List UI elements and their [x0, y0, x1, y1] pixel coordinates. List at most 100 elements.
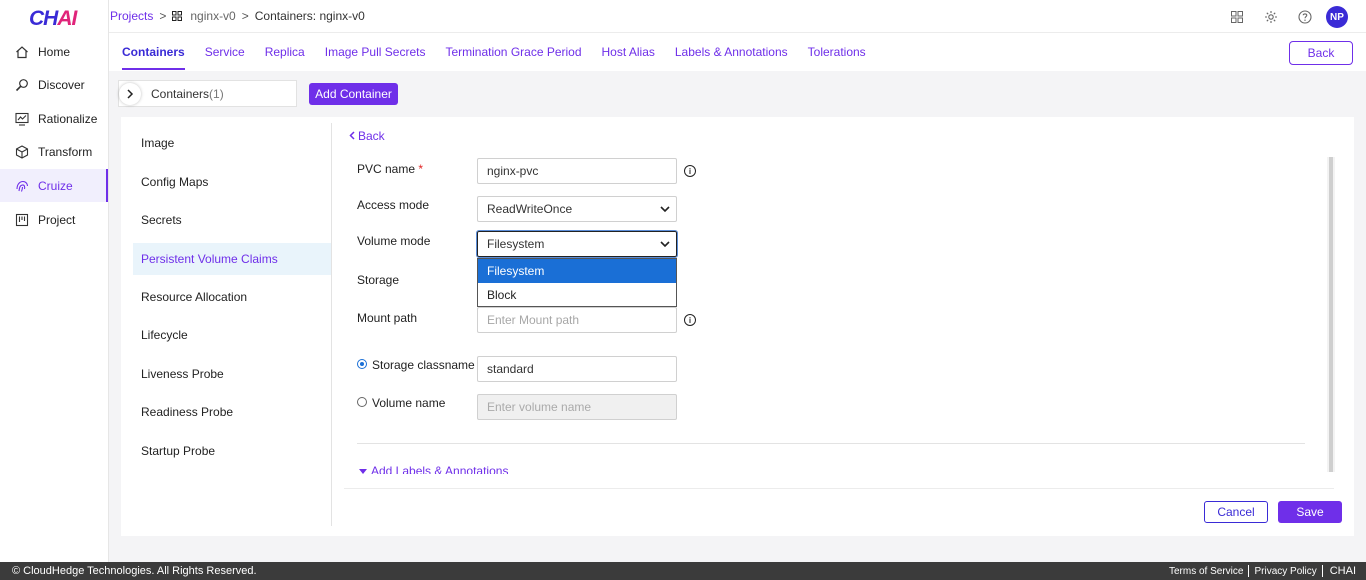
access-mode-value: ReadWriteOnce — [487, 202, 573, 216]
breadcrumb: Projects > nginx-v0 > Containers: nginx-… — [110, 9, 365, 23]
privacy-link[interactable]: Privacy Policy — [1249, 566, 1321, 577]
option-block[interactable]: Block — [478, 283, 676, 307]
rationalize-icon — [14, 111, 30, 127]
mount-path-input[interactable]: Enter Mount path — [477, 307, 677, 333]
add-labels-annotations-toggle[interactable]: Add Labels & Annotations — [359, 464, 508, 474]
menu-item-config-maps[interactable]: Config Maps — [133, 166, 331, 198]
info-icon[interactable]: i — [684, 314, 696, 326]
caret-down-icon — [359, 464, 367, 474]
menu-item-readiness-probe[interactable]: Readiness Probe — [133, 396, 331, 428]
sidebar: CHAI Home Discover Rationalize Transform… — [0, 0, 109, 562]
menu-item-image[interactable]: Image — [133, 127, 331, 159]
menu-item-lifecycle[interactable]: Lifecycle — [133, 319, 331, 351]
sidebar-item-label: Home — [38, 44, 71, 59]
back-button[interactable]: Back — [1289, 41, 1353, 65]
access-mode-label: Access mode — [357, 198, 430, 212]
info-icon[interactable]: i — [684, 165, 696, 177]
containers-selector[interactable]: Containers (1) — [118, 80, 297, 107]
required-mark: * — [418, 162, 424, 176]
containers-count: (1) — [209, 86, 224, 101]
chai-logo[interactable]: CHAI — [29, 7, 77, 31]
breadcrumb-projects[interactable]: Projects — [110, 9, 153, 23]
menu-item-resource-allocation[interactable]: Resource Allocation — [133, 281, 331, 313]
back-link[interactable]: Back — [349, 129, 385, 143]
breadcrumb-separator: > — [241, 9, 249, 23]
tab-labels-annotations[interactable]: Labels & Annotations — [675, 35, 788, 68]
volume-name-input[interactable]: Enter volume name — [477, 394, 677, 420]
sidebar-item-label: Discover — [38, 77, 85, 92]
save-button[interactable]: Save — [1278, 501, 1342, 523]
fingerprint-icon — [14, 178, 30, 194]
copyright-text: © CloudHedge Technologies. All Rights Re… — [12, 565, 257, 577]
help-icon[interactable] — [1288, 7, 1322, 27]
menu-item-secrets[interactable]: Secrets — [133, 204, 331, 236]
container-config-menu: Image Config Maps Secrets Persistent Vol… — [121, 123, 332, 526]
cube-icon — [14, 144, 30, 160]
menu-item-startup-probe[interactable]: Startup Probe — [133, 435, 331, 467]
tab-termination-grace-period[interactable]: Termination Grace Period — [445, 35, 581, 68]
volume-name-label: Volume name — [372, 396, 446, 410]
footer-links: Terms of Service Privacy Policy CHAI — [1164, 562, 1356, 580]
scrollbar-thumb[interactable] — [1329, 157, 1333, 472]
footer: © CloudHedge Technologies. All Rights Re… — [0, 562, 1366, 580]
sidebar-item-cruize[interactable]: Cruize — [0, 169, 108, 202]
volume-name-radio[interactable] — [357, 397, 367, 407]
sidebar-item-label: Transform — [38, 144, 93, 159]
menu-item-liveness-probe[interactable]: Liveness Probe — [133, 358, 331, 390]
top-bar: Projects > nginx-v0 > Containers: nginx-… — [109, 0, 1366, 33]
sidebar-item-rationalize[interactable]: Rationalize — [0, 102, 108, 135]
divider — [344, 488, 1334, 489]
tab-containers[interactable]: Containers — [122, 35, 185, 70]
chevron-down-icon — [660, 202, 670, 216]
access-mode-select[interactable]: ReadWriteOnce — [477, 196, 677, 222]
sidebar-item-label: Rationalize — [38, 111, 98, 126]
tab-tolerations[interactable]: Tolerations — [808, 35, 866, 68]
avatar[interactable]: NP — [1326, 6, 1348, 28]
tab-replica[interactable]: Replica — [265, 35, 305, 68]
gear-icon[interactable] — [1254, 7, 1288, 27]
option-filesystem[interactable]: Filesystem — [478, 259, 676, 283]
breadcrumb-current: Containers: nginx-v0 — [254, 9, 365, 23]
volume-mode-dropdown: Filesystem Block — [477, 258, 677, 307]
pvc-name-label: PVC name * — [357, 162, 424, 176]
volume-mode-label: Volume mode — [357, 234, 431, 248]
divider — [357, 443, 1305, 444]
chevron-left-icon — [349, 129, 355, 143]
discover-icon — [14, 77, 30, 93]
add-labels-label: Add Labels & Annotations — [371, 464, 509, 474]
sidebar-item-label: Cruize — [38, 178, 73, 193]
storage-classname-input[interactable]: standard — [477, 356, 677, 382]
storage-classname-radio[interactable] — [357, 359, 367, 369]
breadcrumb-project[interactable]: nginx-v0 — [190, 9, 235, 23]
tab-bar: Containers Service Replica Image Pull Se… — [122, 35, 886, 71]
chevron-right-icon[interactable] — [119, 82, 141, 105]
pvc-name-input[interactable]: nginx-pvc — [477, 158, 677, 184]
pvc-card: Image Config Maps Secrets Persistent Vol… — [121, 117, 1354, 536]
mount-path-label: Mount path — [357, 311, 418, 325]
sidebar-item-discover[interactable]: Discover — [0, 68, 108, 101]
storage-label: Storage — [357, 273, 400, 287]
volume-mode-value: Filesystem — [487, 237, 545, 251]
breadcrumb-separator: > — [159, 9, 167, 23]
sidebar-item-project[interactable]: Project — [0, 203, 108, 236]
chevron-down-icon — [660, 237, 670, 251]
project-icon — [14, 212, 30, 228]
tab-image-pull-secrets[interactable]: Image Pull Secrets — [325, 35, 426, 68]
sidebar-item-label: Project — [38, 212, 76, 227]
storage-classname-label: Storage classname — [372, 358, 475, 372]
terms-link[interactable]: Terms of Service — [1164, 566, 1248, 577]
sidebar-item-transform[interactable]: Transform — [0, 135, 108, 168]
back-link-label: Back — [358, 129, 385, 143]
containers-label: Containers — [151, 86, 210, 101]
volume-mode-select[interactable]: Filesystem — [476, 230, 678, 258]
add-container-button[interactable]: Add Container — [309, 83, 398, 105]
tab-host-alias[interactable]: Host Alias — [602, 35, 655, 68]
footer-brand: CHAI — [1329, 565, 1356, 577]
tab-service[interactable]: Service — [205, 35, 245, 68]
home-icon — [14, 44, 30, 60]
apps-grid-icon[interactable] — [1220, 7, 1254, 27]
menu-item-persistent-volume-claims[interactable]: Persistent Volume Claims — [133, 243, 331, 275]
cancel-button[interactable]: Cancel — [1204, 501, 1268, 523]
top-icons: NP — [1220, 6, 1348, 28]
sidebar-item-home[interactable]: Home — [0, 35, 108, 68]
